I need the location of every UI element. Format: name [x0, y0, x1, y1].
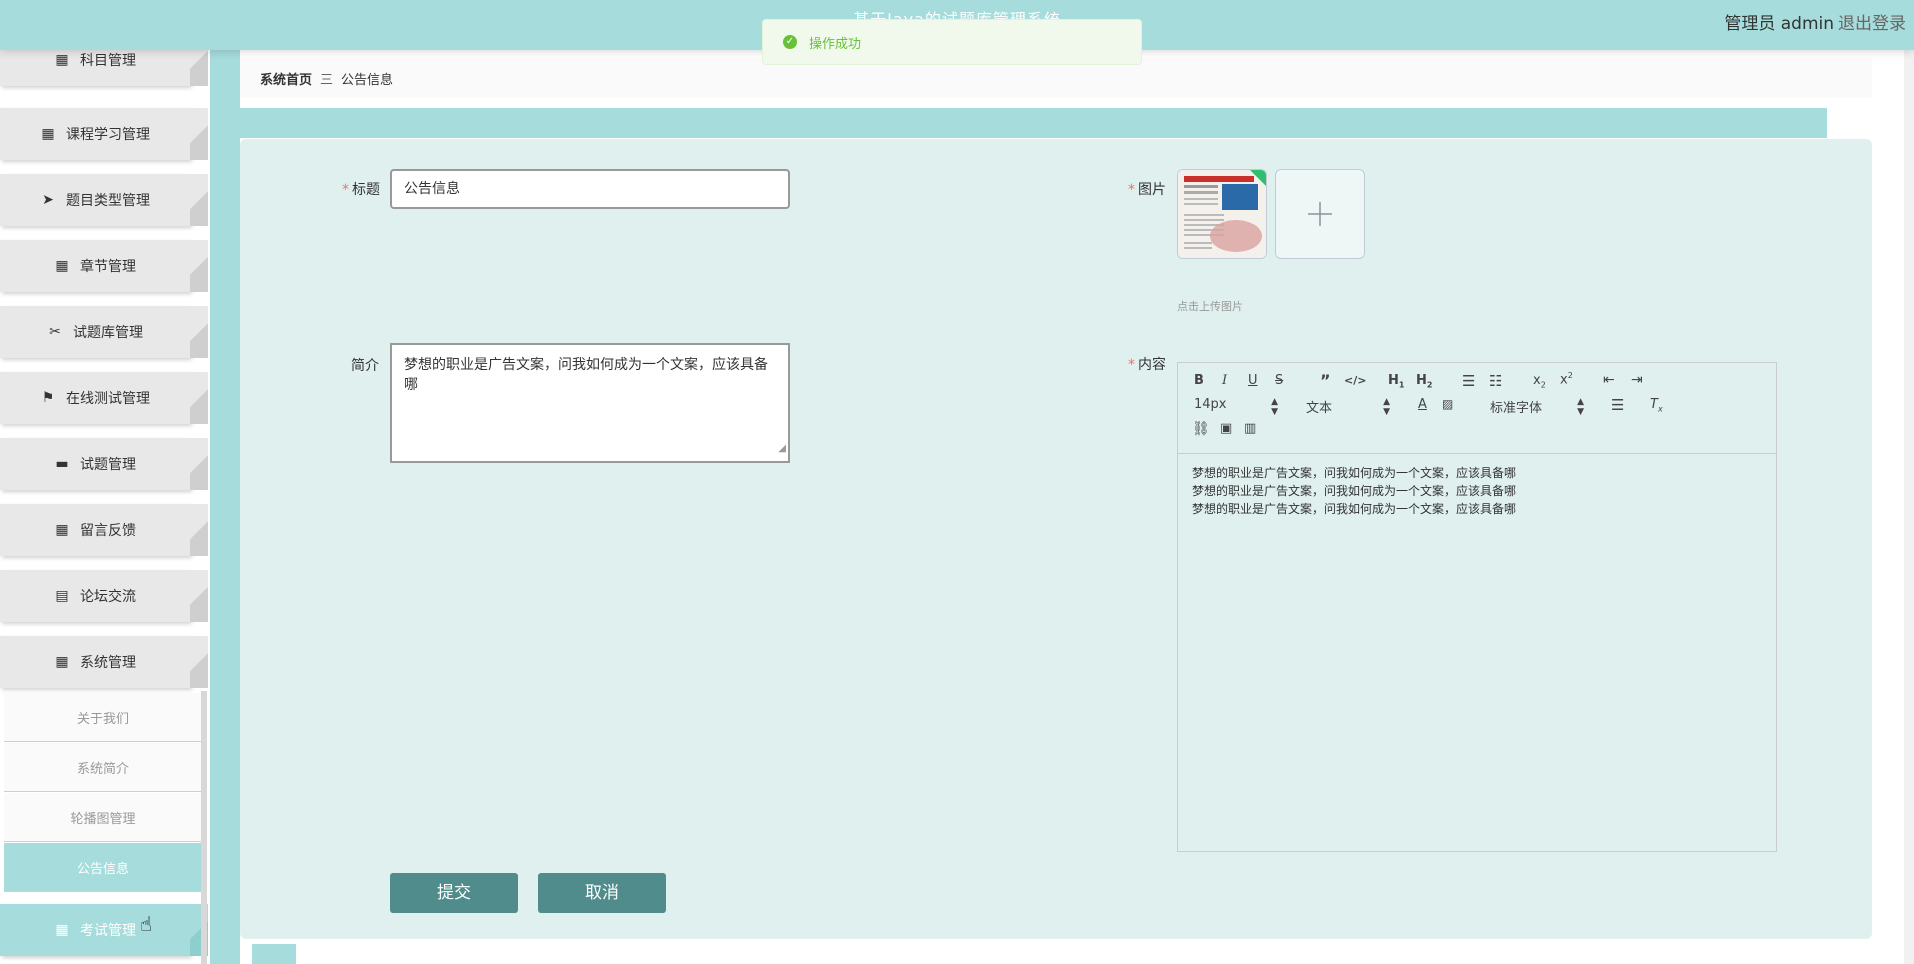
success-toast: ✓ 操作成功	[762, 19, 1142, 65]
submenu-item-carousel[interactable]: 轮播图管理	[4, 793, 202, 842]
outdent-icon[interactable]: ⇤	[1603, 372, 1615, 388]
background-color-icon[interactable]: ▨	[1442, 397, 1453, 411]
submit-button[interactable]: 提交	[390, 873, 518, 913]
page-scrollbar[interactable]	[1904, 0, 1914, 964]
upload-hint: 点击上传图片	[1177, 300, 1243, 313]
sidebar-item-label: 论坛交流	[80, 589, 136, 605]
heading2-icon[interactable]: H2	[1416, 373, 1432, 390]
mouse-cursor-icon: ☝	[140, 912, 153, 936]
sidebar: ▦ 科目管理 ▦ 课程学习管理 ➤ 题目类型管理 ▦ 章节管理 ✂ 试题库管理 …	[0, 50, 210, 964]
select-arrow-icon: ▲ ▼	[1271, 397, 1278, 417]
font-family-select[interactable]: 标准字体 ▲ ▼	[1490, 397, 1584, 417]
image-label: * 图片	[1128, 182, 1166, 198]
title-label: * 标题	[342, 182, 380, 198]
image-icon[interactable]: ▣	[1220, 421, 1232, 436]
sidebar-item-online-test[interactable]: ⚑ 在线测试管理	[0, 372, 208, 424]
link-icon[interactable]: ⛓	[1192, 421, 1210, 437]
sidebar-item-question-type[interactable]: ➤ 题目类型管理	[0, 174, 208, 226]
sidebar-item-label: 系统管理	[80, 655, 136, 671]
toast-message: 操作成功	[809, 36, 862, 52]
decorative-tab	[252, 944, 296, 964]
superscript-icon[interactable]: x2	[1560, 371, 1573, 387]
clear-format-icon[interactable]: Tx	[1650, 397, 1663, 414]
cancel-button[interactable]: 取消	[538, 873, 666, 913]
content-label: * 内容	[1128, 357, 1166, 373]
sidebar-scrollbar[interactable]	[201, 691, 207, 964]
logout-link[interactable]: 退出登录	[1838, 9, 1906, 34]
content-left-strip	[210, 50, 240, 964]
sidebar-item-course[interactable]: ▦ 课程学习管理	[0, 108, 208, 160]
submenu-item-about[interactable]: 关于我们	[4, 693, 202, 742]
grid-icon: ▦	[55, 654, 69, 670]
sidebar-item-chapter[interactable]: ▦ 章节管理	[0, 240, 208, 292]
sidebar-item-label: 试题管理	[80, 457, 136, 473]
sidebar-item-label: 考试管理	[80, 923, 136, 939]
intro-text: 梦想的职业是广告文案，问我如何成为一个文案，应该具备哪	[404, 357, 768, 393]
clipboard-icon: ▤	[55, 588, 69, 604]
upload-image-button[interactable]	[1275, 169, 1365, 259]
grid-icon: ▦	[55, 52, 69, 68]
underline-icon[interactable]: U	[1248, 373, 1258, 388]
editor-toolbar: B I U S ” </> H1 H2 ☰ ☷ x2 x2 ⇤ ⇥ 14px ▲ ▼…	[1178, 363, 1776, 454]
grid-icon: ▦	[55, 922, 69, 938]
bullet-list-icon[interactable]: ☷	[1489, 372, 1502, 390]
rich-text-editor: B I U S ” </> H1 H2 ☰ ☷ x2 x2 ⇤ ⇥ 14px ▲ ▼…	[1177, 362, 1777, 852]
sidebar-item-label: 科目管理	[80, 53, 136, 69]
strikethrough-icon[interactable]: S	[1275, 373, 1283, 388]
ordered-list-icon[interactable]: ☰	[1462, 372, 1475, 390]
grid-icon: ▦	[41, 126, 55, 142]
italic-icon[interactable]: I	[1222, 373, 1227, 388]
sidebar-item-label: 留言反馈	[80, 523, 136, 539]
intro-label: 简介	[351, 358, 379, 374]
sidebar-item-question-bank[interactable]: ✂ 试题库管理	[0, 306, 208, 358]
intro-textarea[interactable]: 梦想的职业是广告文案，问我如何成为一个文案，应该具备哪 ◢	[390, 343, 790, 463]
breadcrumb-current: 公告信息	[341, 72, 394, 88]
indent-icon[interactable]: ⇥	[1631, 372, 1643, 388]
sidebar-item-system[interactable]: ▦ 系统管理	[0, 636, 208, 688]
sidebar-item-forum[interactable]: ▤ 论坛交流	[0, 570, 208, 622]
resize-grip-icon[interactable]: ◢	[778, 439, 786, 459]
bold-icon[interactable]: B	[1194, 373, 1204, 388]
sidebar-item-exam[interactable]: ▦ 考试管理	[0, 904, 208, 956]
sidebar-item-label: 题目类型管理	[66, 193, 150, 209]
sidebar-item-feedback[interactable]: ▦ 留言反馈	[0, 504, 208, 556]
submenu-item-intro[interactable]: 系统简介	[4, 743, 202, 792]
decorative-band	[240, 108, 1827, 138]
success-check-icon: ✓	[783, 35, 797, 49]
editor-line: 梦想的职业是广告文案，问我如何成为一个文案，应该具备哪	[1192, 502, 1517, 516]
grid-icon: ▦	[55, 258, 69, 274]
editor-line: 梦想的职业是广告文案，问我如何成为一个文案，应该具备哪	[1192, 484, 1517, 498]
paper-plane-icon: ➤	[42, 192, 54, 208]
sidebar-item-label: 试题库管理	[73, 325, 143, 341]
user-label: 管理员 admin	[1724, 14, 1834, 34]
ticket-icon: ✂	[49, 324, 61, 340]
align-icon[interactable]: ☰	[1611, 396, 1624, 414]
code-block-icon[interactable]: </>	[1344, 374, 1366, 387]
font-size-select[interactable]: 14px ▲ ▼	[1194, 397, 1278, 417]
editor-line: 梦想的职业是广告文案，问我如何成为一个文案，应该具备哪	[1192, 466, 1517, 480]
video-icon[interactable]: ▥	[1244, 421, 1256, 436]
uploaded-image-thumbnail[interactable]	[1177, 169, 1267, 259]
breadcrumb-separator: 三	[320, 72, 334, 88]
sidebar-item-label: 在线测试管理	[66, 391, 150, 407]
breadcrumb-home[interactable]: 系统首页	[260, 69, 312, 88]
grid-icon: ▦	[55, 522, 69, 538]
text-color-icon[interactable]: A	[1418, 397, 1427, 412]
select-arrow-icon: ▲ ▼	[1383, 397, 1390, 417]
sidebar-item-questions[interactable]: ▬ 试题管理	[0, 438, 208, 490]
editor-content[interactable]: 梦想的职业是广告文案，问我如何成为一个文案，应该具备哪 梦想的职业是广告文案，问…	[1178, 454, 1776, 528]
title-input[interactable]: 公告信息	[390, 169, 790, 209]
flag-icon: ⚑	[41, 390, 55, 406]
submenu-item-notice[interactable]: 公告信息	[4, 843, 207, 892]
select-arrow-icon: ▲ ▼	[1577, 397, 1584, 417]
monitor-icon: ▬	[55, 456, 69, 472]
plus-icon	[1308, 202, 1332, 226]
subscript-icon[interactable]: x2	[1533, 373, 1546, 390]
sidebar-item-subject[interactable]: ▦ 科目管理	[0, 50, 208, 86]
heading1-icon[interactable]: H1	[1388, 373, 1404, 390]
sidebar-item-label: 课程学习管理	[66, 127, 150, 143]
sidebar-item-label: 章节管理	[80, 259, 136, 275]
header-select[interactable]: 文本 ▲ ▼	[1306, 397, 1390, 417]
blockquote-icon[interactable]: ”	[1320, 371, 1331, 390]
